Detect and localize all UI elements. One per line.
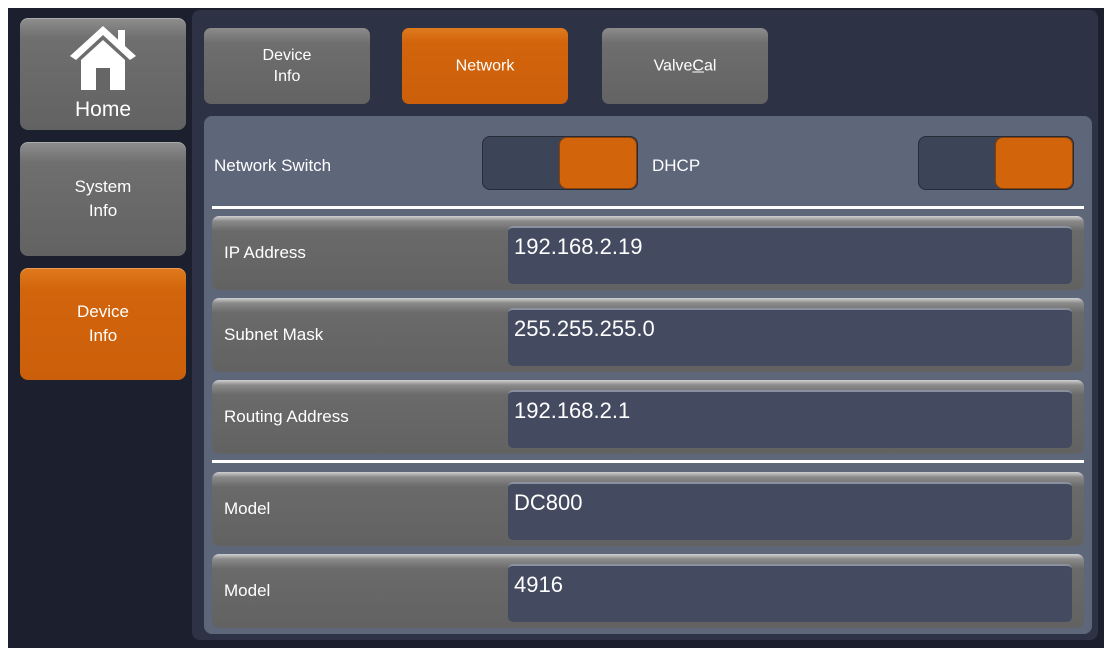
- routing-address-field[interactable]: 192.168.2.1: [508, 390, 1072, 448]
- home-icon: [70, 26, 136, 90]
- tab-device-info-label: Device Info: [262, 47, 312, 85]
- device-info-nav-button[interactable]: Device Info: [20, 268, 186, 380]
- divider-bottom: [212, 460, 1084, 463]
- network-settings-panel: Network Switch DHCP IP Address 192.168.2…: [204, 116, 1092, 634]
- model-number-label: Model: [224, 581, 271, 600]
- network-switch-toggle[interactable]: [482, 136, 638, 190]
- ip-address-label: IP Address: [224, 243, 306, 262]
- divider-top: [212, 206, 1084, 209]
- dhcp-label: DHCP: [652, 156, 701, 175]
- network-switch-knob: [559, 137, 637, 189]
- tab-network[interactable]: Network: [402, 28, 568, 104]
- model-field[interactable]: DC800: [508, 482, 1072, 540]
- device-info-nav-label: Device Info: [77, 302, 129, 345]
- ip-address-row: IP Address 192.168.2.19: [212, 216, 1084, 290]
- subnet-mask-label: Subnet Mask: [224, 325, 324, 344]
- tab-network-label: Network: [455, 57, 515, 75]
- system-info-label: System Info: [74, 177, 132, 220]
- model-label: Model: [224, 499, 271, 518]
- model-row: Model DC800: [212, 472, 1084, 546]
- app-screen: Home System Info Device Info Device Info…: [8, 8, 1104, 648]
- tab-device-info[interactable]: Device Info: [204, 28, 370, 104]
- home-button[interactable]: Home: [20, 18, 186, 130]
- routing-address-row: Routing Address 192.168.2.1: [212, 380, 1084, 454]
- system-info-button[interactable]: System Info: [20, 142, 186, 256]
- content-panel: Device Info Network ValveCal Network Swi…: [192, 10, 1098, 640]
- tab-valvecal-label: ValveCal: [653, 57, 717, 75]
- home-label: Home: [74, 98, 132, 121]
- subnet-mask-row: Subnet Mask 255.255.255.0: [212, 298, 1084, 372]
- routing-address-label: Routing Address: [224, 407, 349, 426]
- model-number-row: Model 4916: [212, 554, 1084, 628]
- dhcp-knob: [995, 137, 1073, 189]
- dhcp-toggle[interactable]: [918, 136, 1074, 190]
- network-switch-label: Network Switch: [214, 156, 332, 175]
- tab-valvecal[interactable]: ValveCal: [602, 28, 768, 104]
- subnet-mask-field[interactable]: 255.255.255.0: [508, 308, 1072, 366]
- model-number-field[interactable]: 4916: [508, 564, 1072, 622]
- ip-address-field[interactable]: 192.168.2.19: [508, 226, 1072, 284]
